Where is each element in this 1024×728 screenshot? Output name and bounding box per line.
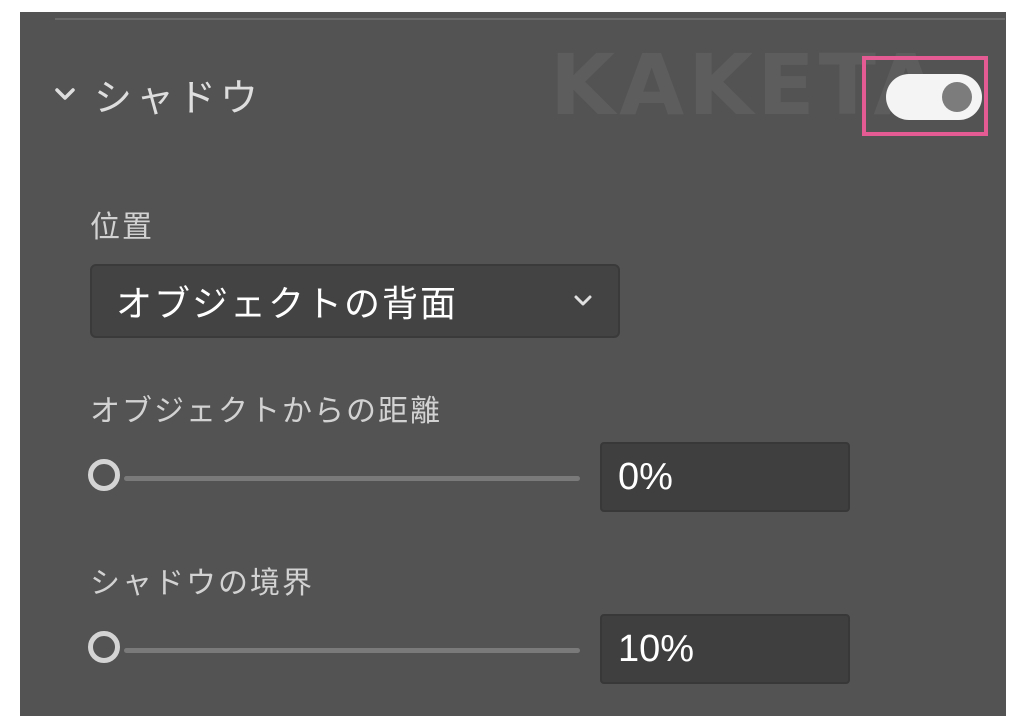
distance-value-field[interactable]: 0% <box>600 442 850 512</box>
shadow-panel: KAKETA シャドウ 位置 オブジェクトの背面 オブジェクトからの距離 0% … <box>20 12 1006 716</box>
slider-thumb[interactable] <box>88 459 120 491</box>
slider-track <box>124 476 580 481</box>
chevron-down-icon <box>55 88 75 100</box>
distance-slider[interactable] <box>88 458 580 498</box>
distance-label: オブジェクトからの距離 <box>90 394 442 429</box>
boundary-label: シャドウの境界 <box>90 566 314 601</box>
divider <box>55 18 1005 20</box>
toggle-knob <box>942 82 972 112</box>
shadow-toggle[interactable] <box>886 74 982 120</box>
boundary-slider[interactable] <box>88 630 580 670</box>
slider-track <box>124 648 580 653</box>
shadow-section-header[interactable]: シャドウ <box>50 64 262 124</box>
chevron-down-icon <box>574 295 592 306</box>
position-label: 位置 <box>90 210 154 245</box>
position-dropdown[interactable]: オブジェクトの背面 <box>90 264 620 338</box>
boundary-value-field[interactable]: 10% <box>600 614 850 684</box>
position-dropdown-value: オブジェクトの背面 <box>116 284 459 325</box>
section-title: シャドウ <box>94 75 263 120</box>
slider-thumb[interactable] <box>88 631 120 663</box>
